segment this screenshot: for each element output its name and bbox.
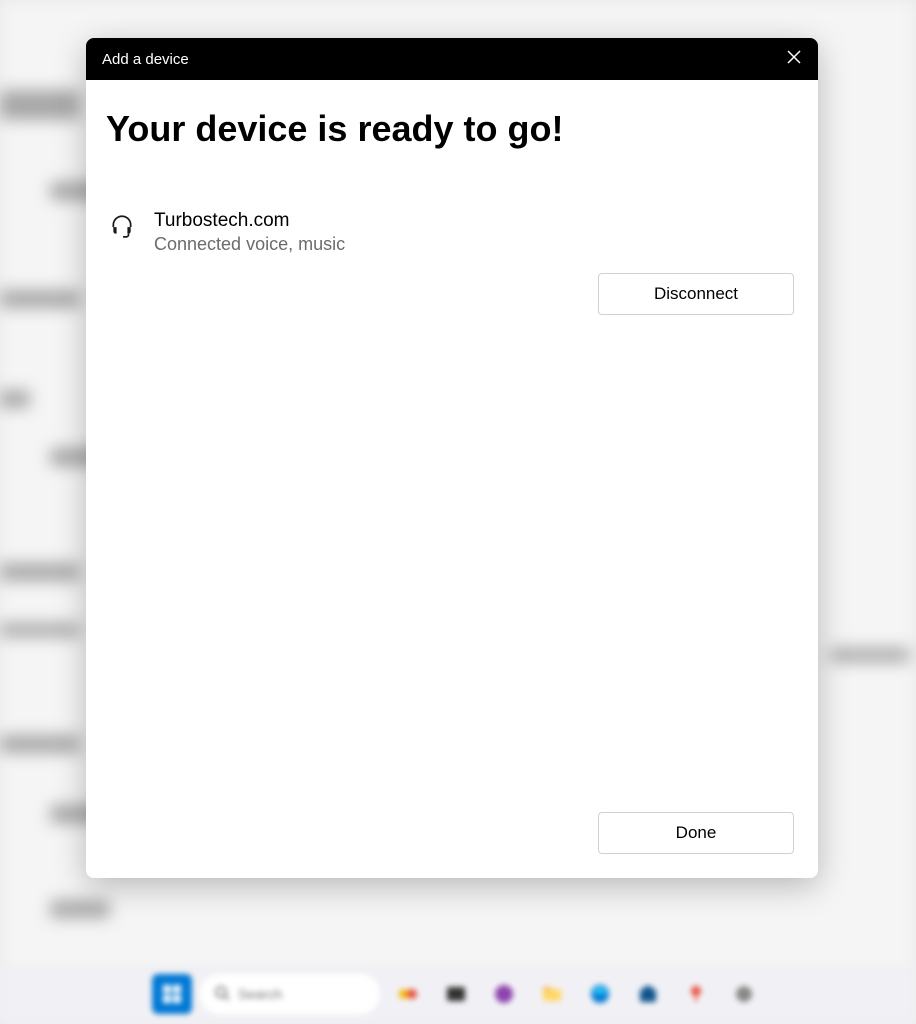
- device-row: Turbostech.com Connected voice, music: [108, 210, 798, 255]
- search-icon: [214, 985, 230, 1004]
- add-device-dialog: Add a device Your device is ready to go!…: [86, 38, 818, 878]
- taskbar-store-icon[interactable]: [628, 974, 668, 1014]
- taskbar-explorer-icon[interactable]: [532, 974, 572, 1014]
- taskbar-app-icon[interactable]: [436, 974, 476, 1014]
- dialog-headline: Your device is ready to go!: [106, 108, 798, 150]
- dialog-title: Add a device: [102, 51, 189, 68]
- taskbar-search[interactable]: Search: [200, 974, 380, 1014]
- disconnect-button[interactable]: Disconnect: [598, 273, 794, 315]
- close-button[interactable]: [780, 45, 808, 73]
- taskbar-app-icon[interactable]: [676, 974, 716, 1014]
- taskbar-edge-icon[interactable]: [580, 974, 620, 1014]
- start-button[interactable]: [152, 974, 192, 1014]
- taskbar-app-icon[interactable]: [484, 974, 524, 1014]
- device-status: Connected voice, music: [154, 234, 345, 255]
- dialog-header: Add a device: [86, 38, 818, 80]
- search-placeholder: Search: [238, 986, 282, 1002]
- taskbar-app-icon[interactable]: [724, 974, 764, 1014]
- taskbar-widget-icon[interactable]: [388, 974, 428, 1014]
- taskbar: Search: [0, 964, 916, 1024]
- done-button[interactable]: Done: [598, 812, 794, 854]
- close-icon: [787, 50, 801, 69]
- headset-icon: [108, 212, 136, 240]
- device-name: Turbostech.com: [154, 210, 345, 232]
- dialog-body: Your device is ready to go! Turbostech.c…: [86, 80, 818, 878]
- device-info: Turbostech.com Connected voice, music: [154, 210, 345, 255]
